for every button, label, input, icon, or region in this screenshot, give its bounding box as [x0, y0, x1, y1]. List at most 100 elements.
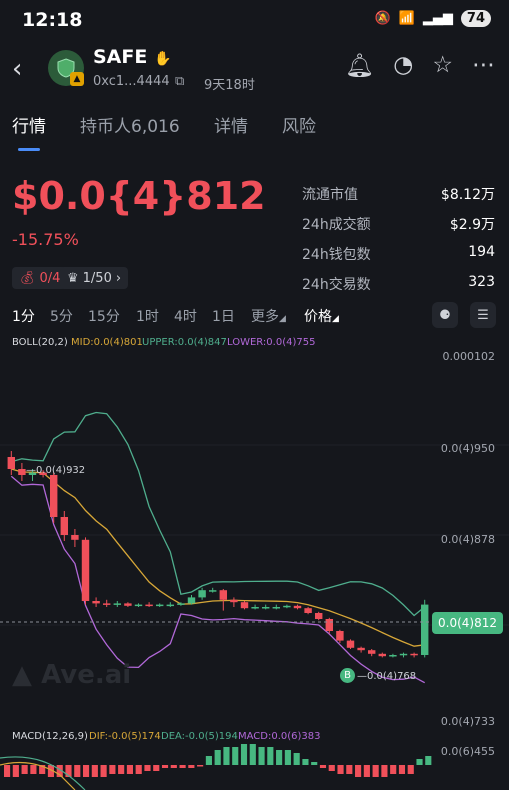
tab-bar: 行情 持币人6,016 详情 风险	[0, 112, 509, 152]
low-annotation: —0.0(4)768	[357, 671, 417, 682]
bell-icon[interactable]: 🔔︎	[345, 52, 374, 79]
candle	[71, 535, 79, 540]
candle	[336, 631, 344, 641]
tab-active-indicator	[18, 148, 40, 151]
tf-more[interactable]: 更多◢	[251, 306, 286, 326]
crown-pill[interactable]: ♛ 1/50 ›	[60, 267, 129, 289]
battery-indicator: 74	[460, 10, 491, 27]
macd-bar	[398, 765, 406, 774]
candle	[166, 604, 175, 607]
stat-value-wallets: 194	[468, 244, 495, 260]
tf-1m[interactable]: 1分	[12, 306, 35, 326]
settings-button[interactable]: ☰	[470, 302, 496, 328]
triangle-down-icon: ◢	[332, 314, 339, 324]
candle	[145, 604, 153, 607]
bubbles-icon: ⚈	[439, 307, 451, 323]
candle	[7, 457, 16, 469]
macd-bar	[135, 765, 142, 774]
macd-bar	[293, 753, 300, 765]
back-chevron-icon[interactable]: ‹	[12, 54, 22, 84]
candle	[251, 607, 259, 609]
macd-bar	[328, 765, 335, 771]
candle	[60, 517, 69, 535]
macd-bar	[390, 765, 397, 774]
macd-bar	[197, 765, 204, 767]
copy-icon[interactable]: ⧉	[175, 74, 184, 89]
macd-bar	[21, 765, 28, 774]
y-tick-1: 0.000102	[442, 350, 496, 363]
stat-label-mcap: 流通市值	[302, 187, 358, 203]
macd-bar	[311, 762, 318, 765]
macd-bar	[170, 765, 177, 768]
token-address[interactable]: 0xc1...4444	[93, 74, 170, 89]
high-annotation: —0.0(4)932	[26, 465, 86, 476]
candle	[399, 653, 408, 656]
y-tick-4: 0.0(4)733	[440, 715, 495, 728]
stat-label-volume: 24h成交额	[302, 217, 371, 233]
token-name: SAFE ✋	[93, 46, 172, 68]
tab-details[interactable]: 详情	[214, 112, 248, 137]
tf-4h[interactable]: 4时	[174, 306, 197, 326]
macd-bar	[4, 765, 11, 777]
y-tick-3: 0.0(4)878	[440, 533, 495, 546]
candle	[314, 613, 323, 619]
buy-marker-icon[interactable]: B	[340, 668, 355, 683]
money-bag-icon: 💰︎	[19, 270, 36, 286]
ave-logo-icon: ▲	[12, 660, 32, 690]
candle	[124, 603, 132, 606]
price-value: $0.0{4}812	[12, 174, 266, 218]
tf-15m[interactable]: 15分	[88, 306, 120, 326]
tf-5m[interactable]: 5分	[50, 306, 73, 326]
token-age: 9天18时	[204, 78, 255, 93]
indicator-button[interactable]: ⚈	[432, 302, 458, 328]
y-tick-2: 0.0(4)950	[440, 442, 495, 455]
mute-icon: 🔕	[374, 11, 391, 26]
candle	[134, 604, 143, 607]
tf-1d[interactable]: 1日	[212, 306, 235, 326]
gauge-icon[interactable]: ◔	[393, 52, 413, 79]
macd-bar	[240, 744, 248, 765]
candle	[283, 605, 291, 608]
macd-bar	[100, 765, 107, 777]
macd-bar	[144, 765, 151, 771]
macd-bar	[258, 747, 265, 765]
chain-badge-icon: ▲	[70, 72, 84, 86]
crown-count: 1/50	[82, 270, 112, 286]
price-mode-select[interactable]: 价格◢	[304, 306, 339, 326]
star-icon[interactable]: ☆	[432, 52, 453, 79]
candle	[49, 475, 58, 517]
candle	[240, 602, 249, 609]
stat-label-wallets: 24h钱包数	[302, 247, 371, 263]
candle	[219, 590, 228, 600]
macd-bar	[30, 765, 37, 774]
macd-bar	[249, 744, 256, 765]
candle	[92, 601, 100, 604]
tab-market[interactable]: 行情	[12, 112, 46, 137]
macd-bar	[223, 747, 230, 765]
candle	[293, 605, 302, 609]
candle	[230, 599, 238, 603]
macd-dif-line	[0, 761, 76, 790]
candles-group	[7, 451, 429, 658]
macd-bar	[363, 765, 370, 777]
candle	[346, 640, 355, 648]
candle	[177, 603, 185, 605]
macd-bar	[319, 765, 327, 768]
macd-bar	[346, 765, 353, 774]
tab-holders[interactable]: 持币人6,016	[80, 112, 180, 137]
macd-bar	[12, 765, 19, 777]
tab-risk[interactable]: 风险	[282, 112, 316, 137]
macd-chart	[0, 744, 432, 790]
wifi-icon: 📶	[398, 11, 415, 26]
macd-bar	[214, 750, 221, 765]
candle	[102, 603, 111, 605]
triangle-down-icon: ◢	[279, 314, 286, 324]
more-icon[interactable]: ⋯	[472, 52, 495, 79]
candle	[325, 619, 334, 631]
macd-bar	[372, 765, 379, 777]
macd-bar	[205, 756, 212, 765]
signal-icon: ▂▄▆	[422, 11, 453, 26]
tf-1h[interactable]: 1时	[136, 306, 159, 326]
candle	[208, 590, 217, 592]
status-icons: 🔕 📶 ▂▄▆ 74	[375, 10, 491, 27]
